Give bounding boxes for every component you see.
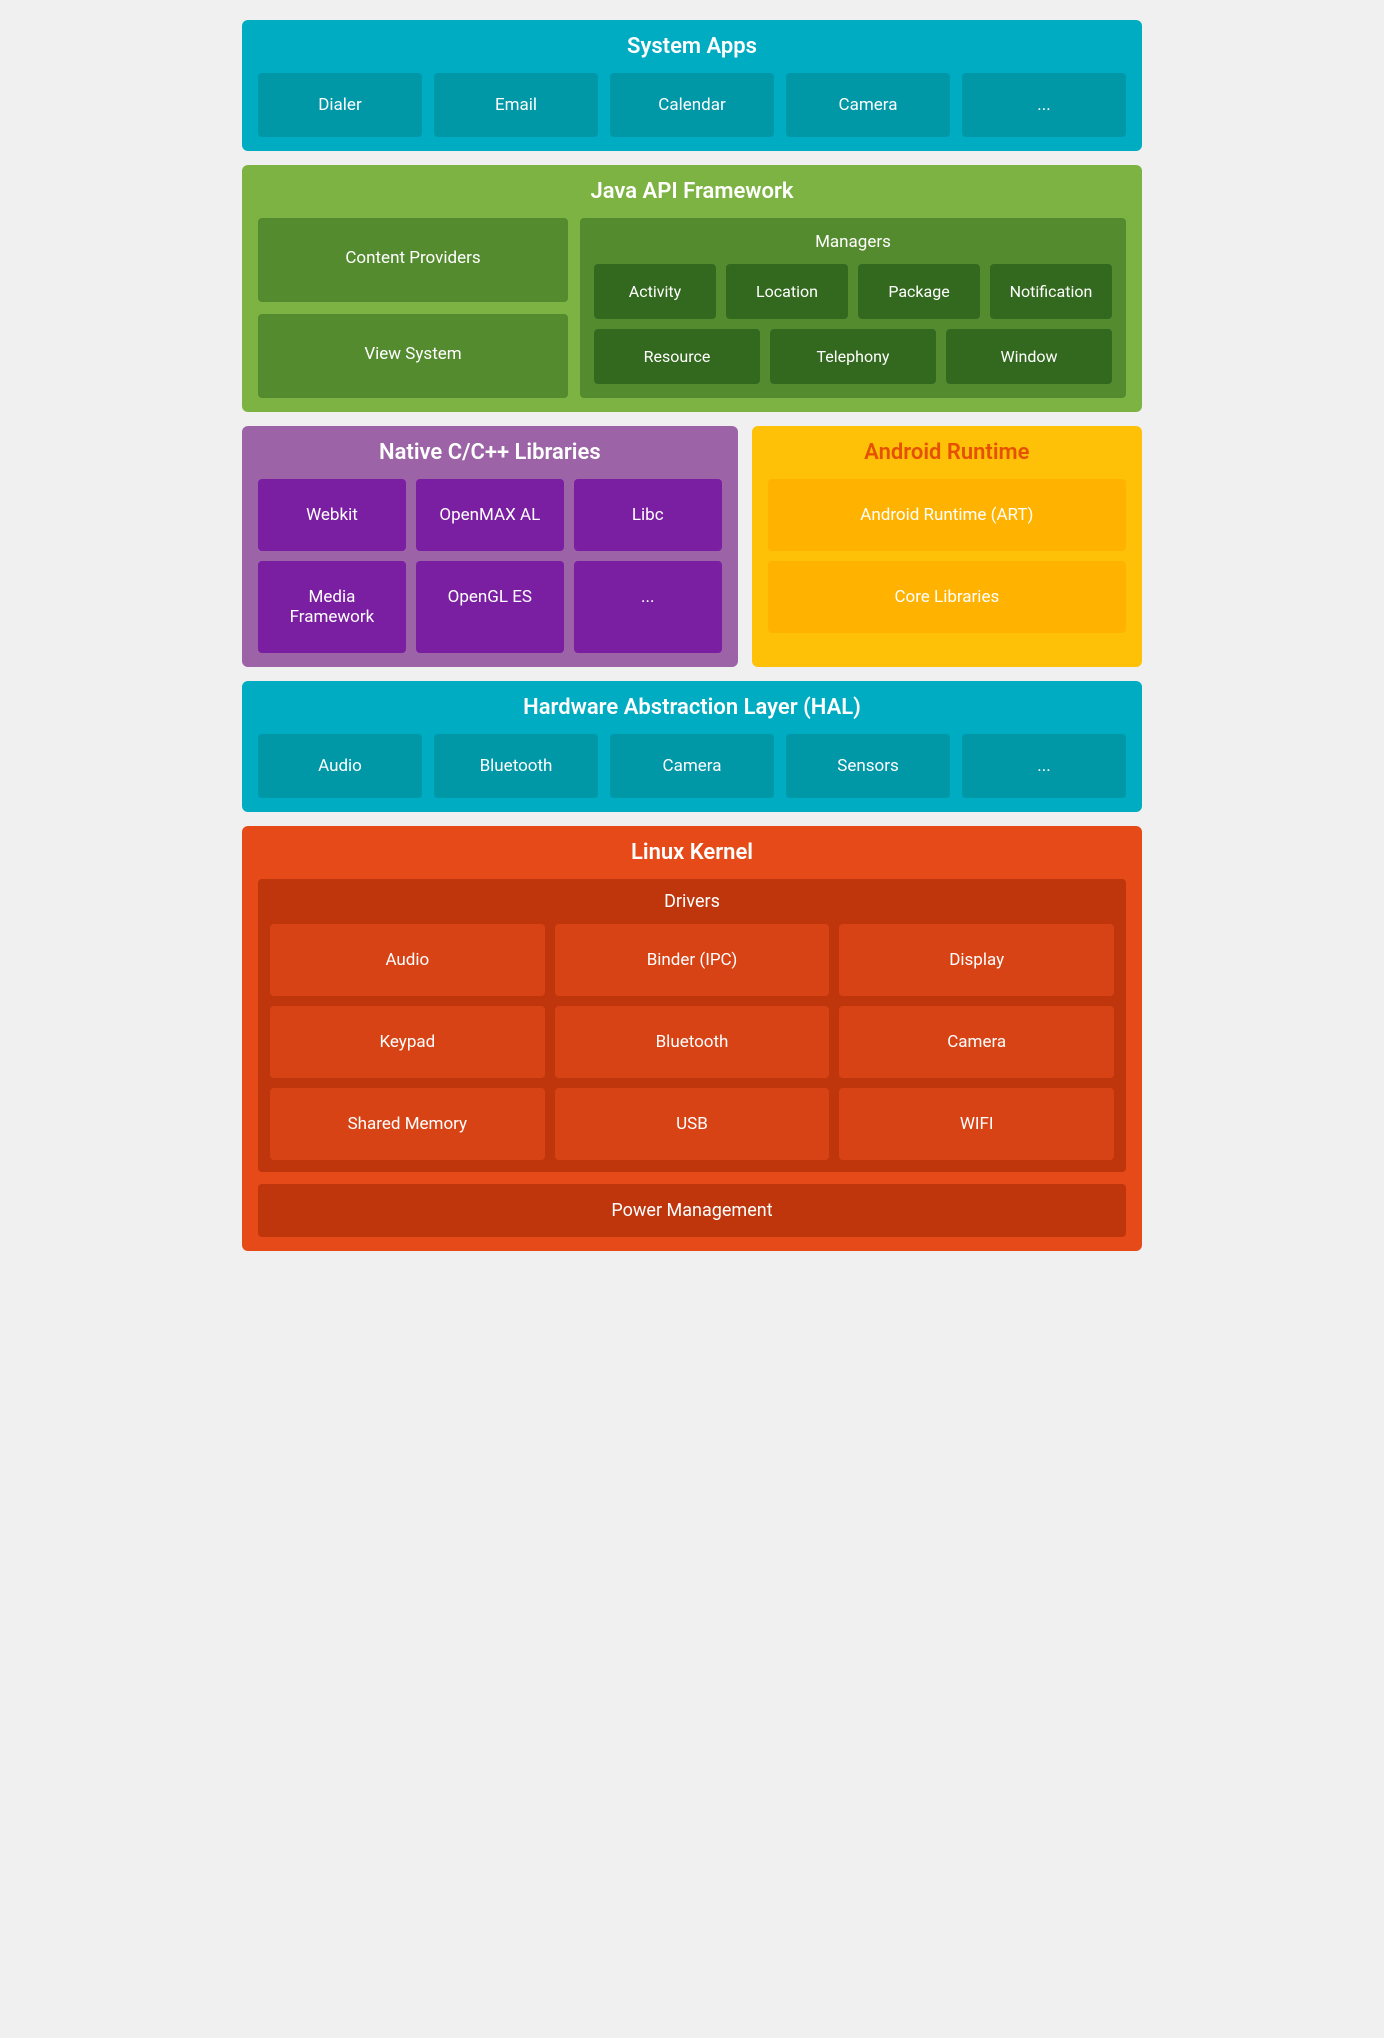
camera-driver: Camera bbox=[839, 1006, 1114, 1078]
native-libs-title: Native C/C++ Libraries bbox=[258, 440, 722, 465]
system-apps-items: Dialer Email Calendar Camera ... bbox=[258, 73, 1126, 137]
drivers-section: Drivers Audio Binder (IPC) Display Keypa… bbox=[258, 879, 1126, 1172]
window-manager: Window bbox=[946, 329, 1112, 384]
managers-col: Managers Activity Location Package Notif… bbox=[580, 218, 1126, 398]
binder-driver: Binder (IPC) bbox=[555, 924, 830, 996]
drivers-row2: Keypad Bluetooth Camera bbox=[270, 1006, 1114, 1078]
openmax-box: OpenMAX AL bbox=[416, 479, 564, 551]
drivers-row3: Shared Memory USB WIFI bbox=[270, 1088, 1114, 1160]
android-runtime-title: Android Runtime bbox=[768, 440, 1126, 465]
notification-manager: Notification bbox=[990, 264, 1112, 319]
more-box: ... bbox=[962, 73, 1126, 137]
hal-layer: Hardware Abstraction Layer (HAL) Audio B… bbox=[242, 681, 1142, 812]
core-libraries-box: Core Libraries bbox=[768, 561, 1126, 633]
managers-row1: Activity Location Package Notification bbox=[594, 264, 1112, 319]
camera-box: Camera bbox=[786, 73, 950, 137]
drivers-row1: Audio Binder (IPC) Display bbox=[270, 924, 1114, 996]
display-driver: Display bbox=[839, 924, 1114, 996]
java-api-layer: Java API Framework Content Providers Vie… bbox=[242, 165, 1142, 412]
wifi-driver: WIFI bbox=[839, 1088, 1114, 1160]
hal-more-box: ... bbox=[962, 734, 1126, 798]
opengl-box: OpenGL ES bbox=[416, 561, 564, 653]
native-libs-row1: Webkit OpenMAX AL Libc bbox=[258, 479, 722, 551]
resource-manager: Resource bbox=[594, 329, 760, 384]
java-api-left: Content Providers View System bbox=[258, 218, 568, 398]
native-libs-grid: Webkit OpenMAX AL Libc Media Framework O… bbox=[258, 479, 722, 653]
java-api-content: Content Providers View System Managers A… bbox=[258, 218, 1126, 398]
system-apps-layer: System Apps Dialer Email Calendar Camera… bbox=[242, 20, 1142, 151]
power-management-box: Power Management bbox=[258, 1184, 1126, 1237]
android-runtime-items: Android Runtime (ART) Core Libraries bbox=[768, 479, 1126, 633]
art-box: Android Runtime (ART) bbox=[768, 479, 1126, 551]
java-api-title: Java API Framework bbox=[258, 179, 1126, 204]
system-apps-title: System Apps bbox=[258, 34, 1126, 59]
libc-box: Libc bbox=[574, 479, 722, 551]
hal-bluetooth-box: Bluetooth bbox=[434, 734, 598, 798]
managers-title: Managers bbox=[594, 232, 1112, 252]
shared-memory-driver: Shared Memory bbox=[270, 1088, 545, 1160]
managers-grid: Activity Location Package Notification R… bbox=[594, 264, 1112, 384]
drivers-grid: Audio Binder (IPC) Display Keypad Blueto… bbox=[270, 924, 1114, 1160]
hal-items: Audio Bluetooth Camera Sensors ... bbox=[258, 734, 1126, 798]
bluetooth-driver: Bluetooth bbox=[555, 1006, 830, 1078]
audio-driver: Audio bbox=[270, 924, 545, 996]
linux-kernel-layer: Linux Kernel Drivers Audio Binder (IPC) … bbox=[242, 826, 1142, 1251]
hal-sensors-box: Sensors bbox=[786, 734, 950, 798]
content-providers-box: Content Providers bbox=[258, 218, 568, 302]
activity-manager: Activity bbox=[594, 264, 716, 319]
hal-audio-box: Audio bbox=[258, 734, 422, 798]
keypad-driver: Keypad bbox=[270, 1006, 545, 1078]
android-runtime-layer: Android Runtime Android Runtime (ART) Co… bbox=[752, 426, 1142, 667]
package-manager: Package bbox=[858, 264, 980, 319]
managers-row2: Resource Telephony Window bbox=[594, 329, 1112, 384]
hal-camera-box: Camera bbox=[610, 734, 774, 798]
telephony-manager: Telephony bbox=[770, 329, 936, 384]
drivers-title: Drivers bbox=[270, 891, 1114, 912]
native-libs-row2: Media Framework OpenGL ES ... bbox=[258, 561, 722, 653]
media-framework-box: Media Framework bbox=[258, 561, 406, 653]
native-more-box: ... bbox=[574, 561, 722, 653]
calendar-box: Calendar bbox=[610, 73, 774, 137]
android-architecture-diagram: System Apps Dialer Email Calendar Camera… bbox=[242, 20, 1142, 1251]
location-manager: Location bbox=[726, 264, 848, 319]
dialer-box: Dialer bbox=[258, 73, 422, 137]
linux-kernel-title: Linux Kernel bbox=[258, 840, 1126, 865]
usb-driver: USB bbox=[555, 1088, 830, 1160]
native-runtime-row: Native C/C++ Libraries Webkit OpenMAX AL… bbox=[242, 426, 1142, 667]
email-box: Email bbox=[434, 73, 598, 137]
hal-title: Hardware Abstraction Layer (HAL) bbox=[258, 695, 1126, 720]
native-libs-layer: Native C/C++ Libraries Webkit OpenMAX AL… bbox=[242, 426, 738, 667]
webkit-box: Webkit bbox=[258, 479, 406, 551]
view-system-box: View System bbox=[258, 314, 568, 398]
